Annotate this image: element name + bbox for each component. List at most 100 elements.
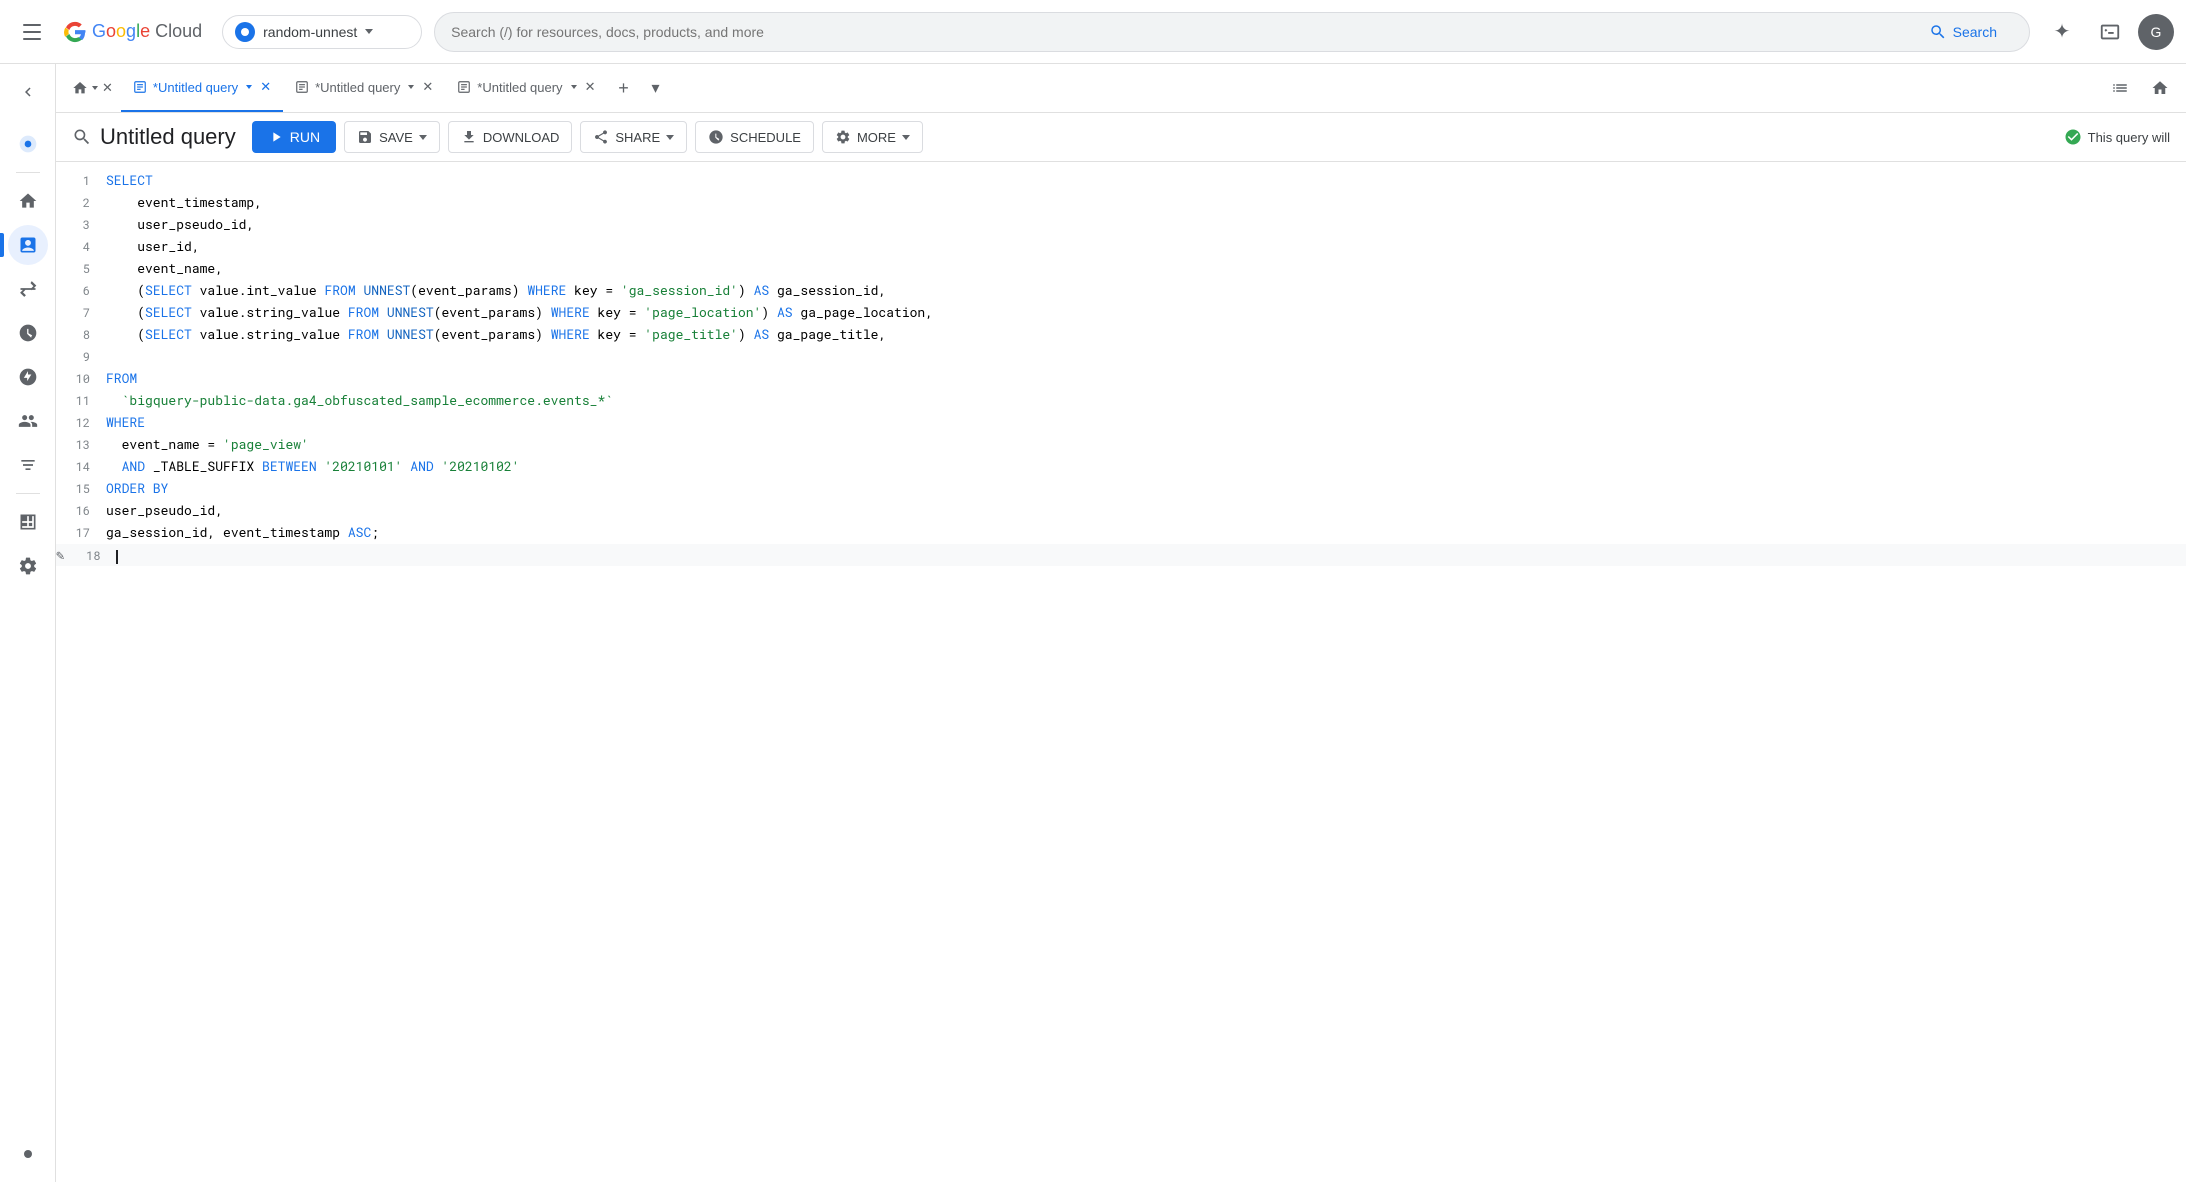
tab-query-3[interactable]: *Untitled query ✕ (445, 64, 607, 112)
hamburger-menu-button[interactable] (12, 12, 52, 52)
tab-query-3-close[interactable]: ✕ (585, 79, 596, 95)
code-line-6: 6 (SELECT value.int_value FROM UNNEST(ev… (56, 280, 2186, 302)
tab-home[interactable]: ✕ (64, 76, 121, 100)
code-line-3: 3 user_pseudo_id, (56, 214, 2186, 236)
run-button[interactable]: RUN (252, 121, 336, 153)
line-content-6: (SELECT value.int_value FROM UNNEST(even… (106, 281, 2186, 299)
project-selector[interactable]: random-unnest (222, 15, 422, 49)
more-tabs-button[interactable]: ▾ (639, 72, 671, 104)
line-number-2: 2 (56, 195, 106, 211)
list-view-button[interactable] (2102, 70, 2138, 106)
home-tab-icon (72, 80, 88, 96)
query-title-area: Untitled query (72, 124, 236, 150)
tab-query-1[interactable]: *Untitled query ✕ (121, 64, 283, 112)
save-button[interactable]: SAVE (344, 121, 440, 153)
code-line-13: 13 event_name = 'page_view' (56, 434, 2186, 456)
code-editor[interactable]: 1 SELECT 2 event_timestamp, 3 user_pseud… (56, 162, 2186, 1182)
sidebar-item-scheduled[interactable] (8, 313, 48, 353)
dot-icon (24, 1150, 32, 1158)
tab-query-2-close[interactable]: ✕ (422, 79, 433, 95)
tab-query-1-close[interactable]: ✕ (260, 79, 271, 95)
line-content-9 (106, 347, 2186, 365)
line-number-8: 8 (56, 327, 106, 343)
schedule-icon (708, 129, 724, 145)
search-button-label: Search (1953, 24, 1997, 40)
code-line-9: 9 (56, 346, 2186, 368)
run-button-label: RUN (290, 129, 320, 145)
line-number-14: 14 (56, 459, 106, 475)
line-number-1: 1 (56, 173, 106, 189)
home-view-icon (2151, 79, 2169, 97)
sidebar-item-transfers[interactable] (8, 269, 48, 309)
sidebar-item-analytics-hub[interactable] (8, 357, 48, 397)
add-tab-button[interactable]: + (607, 72, 639, 104)
global-search-input[interactable] (451, 24, 1913, 40)
status-text: This query will (2088, 130, 2170, 145)
settings-icon (18, 556, 38, 576)
project-icon (235, 22, 255, 42)
sidebar-item-dot[interactable] (8, 1134, 48, 1174)
people-icon (18, 411, 38, 431)
download-button[interactable]: DOWNLOAD (448, 121, 573, 153)
line-content-13: event_name = 'page_view' (106, 435, 2186, 453)
sidebar-item-bigquery[interactable] (8, 124, 48, 164)
global-search-bar[interactable]: Search (434, 12, 2030, 52)
more-button-label: MORE (857, 130, 896, 145)
schedule-button-label: SCHEDULE (730, 130, 801, 145)
code-line-8: 8 (SELECT value.string_value FROM UNNEST… (56, 324, 2186, 346)
tab-query-3-label: *Untitled query (477, 80, 562, 95)
gemini-icon: ✦ (2054, 19, 2071, 44)
sidebar-item-filter[interactable] (8, 445, 48, 485)
sidebar-item-settings[interactable] (8, 546, 48, 586)
line-content-5: event_name, (106, 259, 2186, 277)
line-content-8: (SELECT value.string_value FROM UNNEST(e… (106, 325, 2186, 343)
sidebar-divider-1 (16, 172, 40, 173)
tab-query-2[interactable]: *Untitled query ✕ (283, 64, 445, 112)
hamburger-icon (23, 24, 41, 40)
line-content-11: `bigquery-public-data.ga4_obfuscated_sam… (106, 391, 2186, 409)
cloud-shell-button[interactable] (2090, 12, 2130, 52)
sidebar-item-home[interactable] (8, 181, 48, 221)
text-cursor (116, 550, 118, 564)
sidebar-toggle-icon (19, 83, 37, 101)
code-line-16: 16 user_pseudo_id, (56, 500, 2186, 522)
tab-query-1-label: *Untitled query (153, 80, 238, 95)
home-tab-close[interactable]: ✕ (102, 80, 113, 96)
download-icon (461, 129, 477, 145)
line-number-15: 15 (56, 481, 106, 497)
sidebar-toggle-button[interactable] (8, 72, 48, 112)
scheduled-icon (18, 323, 38, 343)
query-status: This query will (2064, 128, 2170, 146)
code-line-1: 1 SELECT (56, 170, 2186, 192)
tab-bar: ✕ *Untitled query ✕ *Untitled query ✕ *U… (56, 64, 2186, 113)
left-sidebar (0, 64, 56, 1182)
sidebar-item-monitoring[interactable] (8, 502, 48, 542)
search-button[interactable]: Search (1913, 15, 2013, 49)
sidebar-item-editor[interactable] (8, 225, 48, 265)
schedule-button[interactable]: SCHEDULE (695, 121, 814, 153)
monitoring-icon (18, 512, 38, 532)
tab-query-1-chevron-icon (246, 85, 252, 89)
sidebar-item-people[interactable] (8, 401, 48, 441)
line-content-2: event_timestamp, (106, 193, 2186, 211)
gemini-button[interactable]: ✦ (2042, 12, 2082, 52)
query-tab-2-icon (295, 80, 309, 94)
code-line-12: 12 WHERE (56, 412, 2186, 434)
line-content-14: AND _TABLE_SUFFIX BETWEEN '20210101' AND… (106, 457, 2186, 475)
search-icon (1929, 23, 1947, 41)
home-view-button[interactable] (2142, 70, 2178, 106)
share-button[interactable]: SHARE (580, 121, 687, 153)
tab-query-3-chevron-icon (571, 85, 577, 89)
project-name: random-unnest (263, 24, 357, 40)
line-content-15: ORDER BY (106, 479, 2186, 497)
save-icon (357, 129, 373, 145)
nav-actions: ✦ G (2042, 12, 2174, 52)
line-number-4: 4 (56, 239, 106, 255)
main-layout: ✕ *Untitled query ✕ *Untitled query ✕ *U… (0, 64, 2186, 1182)
user-avatar[interactable]: G (2138, 14, 2174, 50)
status-check-icon (2064, 128, 2082, 146)
terminal-icon (2099, 21, 2121, 43)
more-button[interactable]: MORE (822, 121, 923, 153)
edit-icon[interactable]: ✎ (56, 545, 64, 564)
query-toolbar: Untitled query RUN SAVE DOWNLOAD SHARE (56, 113, 2186, 162)
